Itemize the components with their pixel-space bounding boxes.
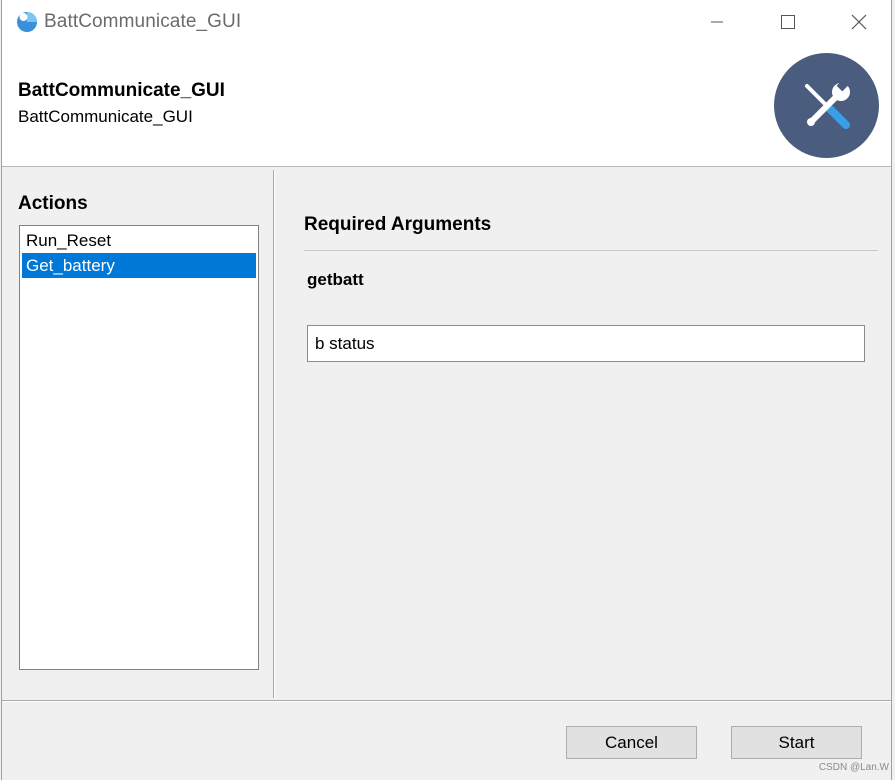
cancel-button[interactable]: Cancel: [566, 726, 697, 759]
close-icon: [851, 14, 867, 30]
minimize-button[interactable]: [682, 0, 752, 44]
tools-icon: [804, 78, 850, 129]
maximize-icon: [781, 15, 795, 29]
dialog-window: BattCommunicate_GUI BattCommunicate_GUI …: [1, 0, 892, 780]
window-title: BattCommunicate_GUI: [44, 11, 242, 32]
section-divider: [304, 250, 878, 251]
header-title: BattCommunicate_GUI: [18, 80, 225, 101]
watermark: CSDN @Lan.W: [818, 762, 889, 773]
panel-divider[interactable]: [273, 170, 275, 698]
minimize-icon: [711, 21, 723, 23]
argument-label: getbatt: [307, 270, 364, 289]
actions-list[interactable]: Run_Reset Get_battery: [19, 225, 259, 670]
maximize-button[interactable]: [753, 0, 823, 44]
dialog-header: BattCommunicate_GUI BattCommunicate_GUI: [2, 44, 891, 167]
header-subtitle: BattCommunicate_GUI: [18, 107, 193, 126]
title-bar[interactable]: BattCommunicate_GUI: [2, 0, 891, 44]
app-icon: [17, 12, 37, 32]
getbatt-input[interactable]: [307, 325, 865, 362]
header-logo: [774, 53, 879, 158]
list-item-run-reset[interactable]: Run_Reset: [22, 228, 256, 253]
list-item-get-battery[interactable]: Get_battery: [22, 253, 256, 278]
footer-divider: [2, 700, 891, 702]
close-button[interactable]: [824, 0, 894, 44]
actions-label: Actions: [18, 193, 88, 214]
required-arguments-title: Required Arguments: [304, 214, 492, 235]
start-button[interactable]: Start: [731, 726, 862, 759]
